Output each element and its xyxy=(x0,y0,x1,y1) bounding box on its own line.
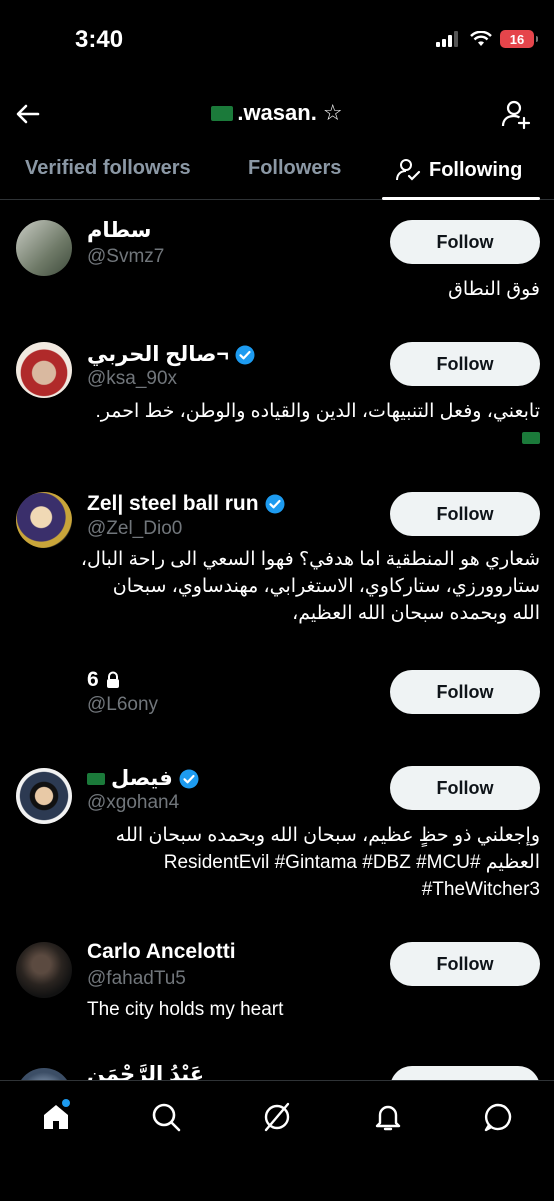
user-bio: The city holds my heart xyxy=(87,999,284,1020)
saudi-flag-icon xyxy=(522,432,540,444)
follow-button[interactable]: Follow xyxy=(390,492,540,536)
status-bar: 3:40 16 xyxy=(0,0,554,80)
messages-icon[interactable] xyxy=(482,1101,514,1133)
wifi-icon xyxy=(470,31,492,46)
verified-badge-icon xyxy=(265,494,285,514)
user-name-text: صالح الحربي¬ xyxy=(87,343,229,366)
status-time: 3:40 xyxy=(75,26,124,53)
user-handle: @L6ony xyxy=(87,694,159,715)
user-name: Carlo Ancelotti xyxy=(87,940,236,964)
saudi-flag-icon xyxy=(87,772,105,785)
notifications-bell-icon[interactable] xyxy=(372,1101,404,1133)
verified-badge-icon xyxy=(179,769,199,788)
battery-level: 16 xyxy=(509,31,525,47)
avatar[interactable] xyxy=(16,1068,72,1080)
user-name-text: عَبْدُ الرَّحْمَن xyxy=(87,1063,205,1080)
avatar[interactable] xyxy=(16,220,72,276)
avatar[interactable] xyxy=(16,768,72,824)
user-name-text: 6 xyxy=(87,668,99,691)
user-name: فيصل xyxy=(87,766,199,791)
tab-following-label: Following xyxy=(429,158,523,181)
battery-icon: 16 xyxy=(500,30,538,48)
tab-bar: Verified followers Followers Following xyxy=(0,145,554,200)
user-name-text: سطام xyxy=(87,219,152,242)
add-user-icon[interactable] xyxy=(500,98,532,130)
tab-verified-followers[interactable]: Verified followers xyxy=(25,157,191,180)
signal-icon xyxy=(436,31,458,47)
user-name-text: Carlo Ancelotti xyxy=(87,940,236,963)
page-title-text: .wasan. ☆ xyxy=(237,100,343,125)
user-name: سطام xyxy=(87,218,151,243)
following-list: سطام @Svmz7 Follow فوق النطاق صالح الحرب… xyxy=(0,200,554,1080)
user-name: Zel| steel ball run xyxy=(87,492,285,516)
user-name-text: Zel| steel ball run xyxy=(87,492,259,515)
user-bio-text: تابعني، وفعل التنبيهات، الدين والقياده و… xyxy=(95,401,540,422)
tab-followers[interactable]: Followers xyxy=(248,157,341,180)
bottom-navigation xyxy=(0,1080,554,1201)
follow-button[interactable]: Follow xyxy=(390,670,540,714)
user-name: صالح الحربي¬ xyxy=(87,342,255,367)
following-icon xyxy=(396,159,421,181)
home-notification-dot xyxy=(62,1099,70,1107)
status-icons: 16 xyxy=(436,30,538,48)
user-name-text: فيصل xyxy=(111,767,173,790)
saudi-flag-icon xyxy=(211,106,234,121)
follow-button[interactable]: Follow xyxy=(390,1066,540,1080)
search-icon[interactable] xyxy=(150,1101,182,1133)
page-title: .wasan. ☆ xyxy=(0,100,554,126)
avatar[interactable] xyxy=(16,492,72,548)
user-handle: @Svmz7 xyxy=(87,246,165,267)
follow-button[interactable]: Follow xyxy=(390,220,540,264)
lock-icon xyxy=(106,671,119,688)
verified-badge-icon xyxy=(235,345,255,364)
user-handle: @xgohan4 xyxy=(87,792,180,813)
user-handle: @Zel_Dio0 xyxy=(87,518,183,539)
tab-following[interactable]: Following xyxy=(395,157,522,183)
avatar[interactable] xyxy=(16,942,72,998)
profile-header: .wasan. ☆ xyxy=(0,90,554,140)
user-bio: شعاري هو المنطقية اما هدفي؟ فهوا السعي ا… xyxy=(80,549,540,624)
follow-button[interactable]: Follow xyxy=(390,766,540,810)
user-handle: @ksa_90x xyxy=(87,368,178,389)
follow-button[interactable]: Follow xyxy=(390,342,540,386)
user-name: 6 xyxy=(87,668,121,692)
user-bio: وإجعلني ذو حظٍ عظيم، سبحان الله وبحمده س… xyxy=(115,825,540,900)
user-name: عَبْدُ الرَّحْمَن xyxy=(87,1062,204,1080)
user-bio: فوق النطاق xyxy=(448,279,540,300)
user-bio: تابعني، وفعل التنبيهات، الدين والقياده و… xyxy=(80,398,540,452)
avatar[interactable] xyxy=(16,342,72,398)
user-handle: @fahadTu5 xyxy=(87,968,186,989)
grok-icon[interactable] xyxy=(261,1101,293,1133)
follow-button[interactable]: Follow xyxy=(390,942,540,986)
